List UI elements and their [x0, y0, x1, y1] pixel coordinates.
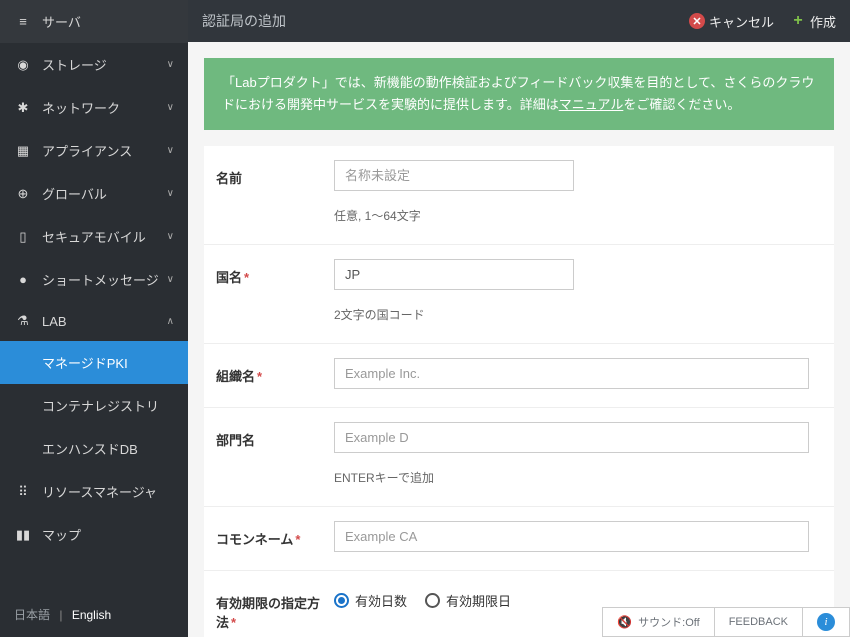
resource-icon: ⠿: [14, 484, 32, 500]
chevron-down-icon: ∨: [167, 102, 174, 113]
radio-valid-days[interactable]: 有効日数: [334, 591, 407, 610]
global-icon: ⊕: [14, 186, 32, 202]
create-button[interactable]: +作成: [790, 12, 836, 31]
dept-input[interactable]: [334, 422, 809, 453]
lab-icon: ⚗: [14, 313, 32, 329]
manual-link[interactable]: マニュアル: [559, 97, 624, 112]
chevron-down-icon: ∨: [167, 274, 174, 285]
org-input[interactable]: [334, 358, 809, 389]
chevron-down-icon: ∨: [167, 188, 174, 199]
row-country: 国名* 2文字の国コード: [204, 245, 834, 344]
name-hint: 任意, 1〜64文字: [334, 201, 834, 230]
feedback-button[interactable]: FEEDBACK: [714, 607, 803, 637]
label-country: 国名*: [204, 245, 334, 343]
network-icon: ✱: [14, 100, 32, 116]
dept-hint: ENTERキーで追加: [334, 463, 834, 492]
radio-checked-icon: [334, 593, 349, 608]
label-dept: 部門名: [204, 408, 334, 506]
radio-unchecked-icon: [425, 593, 440, 608]
sidebar-subitem-container-registry[interactable]: コンテナレジストリ: [0, 384, 188, 427]
cancel-icon: ✕: [689, 13, 705, 29]
sidebar-item-short-message[interactable]: ●ショートメッセージ∨: [0, 258, 188, 301]
appliance-icon: ▦: [14, 143, 32, 159]
chevron-down-icon: ∨: [167, 59, 174, 70]
info-button[interactable]: i: [802, 607, 850, 637]
row-org: 組織名*: [204, 344, 834, 408]
sound-toggle[interactable]: 🔇サウンド:Off: [602, 607, 714, 637]
server-icon: ≡: [14, 14, 32, 29]
sidebar-subitem-managed-pki[interactable]: マネージドPKI: [0, 341, 188, 384]
sidebar-item-lab[interactable]: ⚗LAB∧: [0, 301, 188, 341]
label-org: 組織名*: [204, 344, 334, 407]
chevron-down-icon: ∨: [167, 145, 174, 156]
lang-jp[interactable]: 日本語: [14, 608, 50, 622]
sidebar-subitem-enhanced-db[interactable]: エンハンスドDB: [0, 427, 188, 470]
country-input[interactable]: [334, 259, 574, 290]
sidebar-item-network[interactable]: ✱ネットワーク∨: [0, 86, 188, 129]
radio-valid-until[interactable]: 有効期限日: [425, 591, 511, 610]
label-name: 名前: [204, 146, 334, 244]
language-switcher[interactable]: 日本語 | English: [0, 592, 188, 637]
sidebar-item-secure-mobile[interactable]: ▯セキュアモバイル∨: [0, 215, 188, 258]
cancel-button[interactable]: ✕キャンセル: [689, 12, 774, 31]
row-cn: コモンネーム*: [204, 507, 834, 571]
sidebar-item-storage[interactable]: ◉ストレージ∨: [0, 43, 188, 86]
label-validity-method: 有効期限の指定方法*: [204, 571, 334, 637]
sidebar-menu: ≡サーバ ◉ストレージ∨ ✱ネットワーク∨ ▦アプライアンス∨ ⊕グローバル∨ …: [0, 0, 188, 592]
footer-bar: 🔇サウンド:Off FEEDBACK i: [603, 607, 850, 637]
lab-notice: 「Labプロダクト」では、新機能の動作検証およびフィードバック収集を目的として、…: [204, 58, 834, 130]
lang-en[interactable]: English: [72, 608, 111, 622]
row-dept: 部門名 ENTERキーで追加: [204, 408, 834, 507]
message-icon: ●: [14, 272, 32, 287]
label-cn: コモンネーム*: [204, 507, 334, 570]
row-name: 名前 任意, 1〜64文字: [204, 146, 834, 245]
chevron-up-icon: ∧: [167, 316, 174, 327]
page-title: 認証局の追加: [202, 11, 673, 31]
form: 名前 任意, 1〜64文字 国名* 2文字の国コード 組織名* 部門名 ENTE: [204, 146, 834, 637]
sidebar-item-resource-manager[interactable]: ⠿リソースマネージャ: [0, 470, 188, 513]
plus-icon: +: [790, 13, 806, 29]
cn-input[interactable]: [334, 521, 809, 552]
sidebar-item-appliance[interactable]: ▦アプライアンス∨: [0, 129, 188, 172]
name-input[interactable]: [334, 160, 574, 191]
content-area: 「Labプロダクト」では、新機能の動作検証およびフィードバック収集を目的として、…: [188, 42, 850, 637]
sidebar-item-map[interactable]: ▮▮マップ: [0, 513, 188, 556]
topbar: 認証局の追加 ✕キャンセル +作成: [188, 0, 850, 42]
sound-off-icon: 🔇: [617, 615, 632, 629]
sidebar: ≡サーバ ◉ストレージ∨ ✱ネットワーク∨ ▦アプライアンス∨ ⊕グローバル∨ …: [0, 0, 188, 637]
lang-separator: |: [59, 608, 62, 622]
map-icon: ▮▮: [14, 527, 32, 543]
country-hint: 2文字の国コード: [334, 300, 834, 329]
sidebar-item-global[interactable]: ⊕グローバル∨: [0, 172, 188, 215]
storage-icon: ◉: [14, 57, 32, 73]
chevron-down-icon: ∨: [167, 231, 174, 242]
sidebar-item-server[interactable]: ≡サーバ: [0, 0, 188, 43]
info-icon: i: [817, 613, 835, 631]
mobile-icon: ▯: [14, 229, 32, 245]
